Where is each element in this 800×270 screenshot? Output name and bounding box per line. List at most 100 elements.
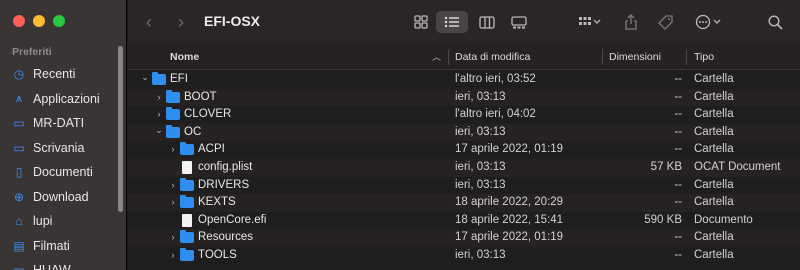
- close-window-button[interactable]: [13, 15, 25, 27]
- column-header-bar: Nome ︿ Data di modifica Dimensioni Tipo: [128, 44, 800, 70]
- list-view-icon[interactable]: [436, 11, 468, 33]
- file-list: ⌄ EFI l'altro ieri, 03:52 -- Cartella › BOOT ie…: [128, 71, 800, 265]
- row-date: ieri, 03:13: [455, 90, 506, 103]
- column-view-icon[interactable]: [474, 11, 500, 33]
- table-row[interactable]: › CLOVER l'altro ieri, 04:02 -- Cartella: [128, 106, 800, 124]
- gallery-view-icon[interactable]: [506, 11, 532, 33]
- column-name-header[interactable]: Nome: [170, 44, 199, 70]
- sidebar: Preferiti ◷ Recenti ⩚ Applicazioni ▭ MR-DATI ▭…: [0, 0, 127, 270]
- sidebar-item-label: Recenti: [33, 67, 76, 82]
- row-size: 57 KB: [650, 160, 682, 173]
- table-row[interactable]: › ACPI 17 aprile 2022, 01:19 -- Cartella: [128, 141, 800, 159]
- back-button[interactable]: ‹: [146, 12, 152, 33]
- column-date-header[interactable]: Data di modifica: [455, 44, 530, 70]
- row-kind: Cartella: [694, 178, 734, 191]
- row-date: 18 aprile 2022, 20:29: [455, 196, 564, 209]
- folder-icon: [180, 230, 194, 244]
- home-icon: ⌂: [15, 214, 23, 229]
- row-kind: Cartella: [694, 108, 734, 121]
- chevron-right-icon[interactable]: ›: [168, 194, 178, 212]
- row-kind: Cartella: [694, 90, 734, 103]
- sidebar-item-download[interactable]: ⊕ Download: [0, 185, 120, 210]
- drive-icon: ▭: [12, 263, 26, 270]
- clock-icon: ◷: [13, 67, 25, 82]
- chevron-right-icon[interactable]: ›: [168, 229, 178, 247]
- group-by-icon[interactable]: [574, 11, 606, 33]
- chevron-right-icon[interactable]: ›: [168, 141, 178, 159]
- applications-icon: ⩚: [15, 91, 23, 106]
- row-name: Resources: [198, 231, 253, 244]
- table-row[interactable]: config.plist ieri, 03:13 57 KB OCAT Documen…: [128, 158, 800, 177]
- row-name: KEXTS: [198, 196, 236, 209]
- sidebar-item-label: Applicazioni: [33, 91, 100, 106]
- column-divider[interactable]: [448, 49, 449, 65]
- tag-icon[interactable]: [654, 11, 676, 33]
- row-kind: Documento: [694, 213, 753, 226]
- download-icon: ⊕: [13, 189, 25, 204]
- column-size-header[interactable]: Dimensioni: [609, 44, 661, 70]
- table-row[interactable]: › TOOLS ieri, 03:13 -- Cartella: [128, 247, 800, 265]
- sidebar-item-scrivania[interactable]: ▭ Scrivania: [0, 136, 120, 161]
- table-row[interactable]: › BOOT ieri, 03:13 -- Cartella: [128, 88, 800, 107]
- sidebar-scrollbar[interactable]: [118, 46, 123, 212]
- sidebar-item-label: Documenti: [33, 165, 93, 180]
- sidebar-item-recenti[interactable]: ◷ Recenti: [0, 62, 120, 87]
- folder-icon: [166, 124, 180, 138]
- row-size: --: [674, 73, 682, 85]
- row-name: CLOVER: [184, 108, 232, 121]
- sidebar-item-label: Download: [33, 189, 89, 204]
- table-row[interactable]: ⌄ EFI l'altro ieri, 03:52 -- Cartella: [128, 71, 800, 89]
- minimize-window-button[interactable]: [33, 15, 45, 27]
- sidebar-item-documenti[interactable]: ▯ Documenti: [0, 160, 120, 185]
- column-divider[interactable]: [686, 49, 687, 65]
- sidebar-item-label: lupi: [33, 214, 53, 229]
- row-name: config.plist: [198, 160, 253, 173]
- sidebar-item-filmati[interactable]: ▤ Filmati: [0, 234, 120, 259]
- sidebar-item-lupi[interactable]: ⌂ lupi: [0, 209, 120, 234]
- sidebar-item-applicazioni[interactable]: ⩚ Applicazioni: [0, 87, 120, 112]
- folder-icon: [166, 107, 180, 121]
- chevron-right-icon[interactable]: ›: [168, 177, 178, 195]
- row-date: 17 aprile 2022, 01:19: [455, 231, 564, 244]
- file-icon: [182, 160, 192, 174]
- zoom-window-button[interactable]: [53, 15, 65, 27]
- more-actions-icon[interactable]: [692, 11, 726, 33]
- search-icon[interactable]: [764, 11, 786, 33]
- chevron-right-icon[interactable]: ›: [154, 106, 164, 124]
- sidebar-item-label: MR-DATI: [33, 116, 85, 131]
- table-row[interactable]: OpenCore.efi 18 aprile 2022, 15:41 590 KB D…: [128, 212, 800, 230]
- sidebar-item-huaw[interactable]: ▭ HUAW: [0, 258, 120, 270]
- sidebar-item-mr-dati[interactable]: ▭ MR-DATI: [0, 111, 120, 136]
- row-size: 590 KB: [644, 213, 682, 226]
- sidebar-item-label: Scrivania: [33, 140, 85, 155]
- column-divider[interactable]: [602, 49, 603, 65]
- table-row[interactable]: › KEXTS 18 aprile 2022, 20:29 -- Cartella: [128, 194, 800, 212]
- row-size: --: [674, 125, 682, 138]
- chevron-right-icon[interactable]: ›: [154, 89, 164, 107]
- row-name: TOOLS: [198, 248, 237, 261]
- chevron-down-icon[interactable]: ⌄: [154, 124, 164, 136]
- file-icon: [182, 213, 192, 227]
- icon-view-icon[interactable]: [408, 11, 434, 33]
- row-size: --: [674, 248, 682, 261]
- chevron-down-icon[interactable]: ⌄: [140, 71, 150, 83]
- row-size: --: [674, 90, 682, 103]
- row-date: ieri, 03:13: [455, 178, 506, 191]
- film-icon: ▤: [13, 238, 25, 253]
- row-date: 18 aprile 2022, 15:41: [455, 213, 564, 226]
- chevron-right-icon[interactable]: ›: [168, 247, 178, 265]
- table-row[interactable]: › DRIVERS ieri, 03:13 -- Cartella: [128, 177, 800, 195]
- forward-button[interactable]: ›: [178, 12, 184, 33]
- row-date: ieri, 03:13: [455, 248, 506, 261]
- table-row[interactable]: › Resources 17 aprile 2022, 01:19 -- Cartell…: [128, 229, 800, 247]
- row-kind: Cartella: [694, 248, 734, 261]
- document-icon: ▯: [15, 165, 23, 180]
- row-name: OpenCore.efi: [198, 213, 267, 226]
- share-icon[interactable]: [620, 11, 642, 33]
- column-kind-header[interactable]: Tipo: [694, 44, 714, 70]
- sidebar-item-label: HUAW: [33, 263, 71, 270]
- table-row[interactable]: ⌄ OC ieri, 03:13 -- Cartella: [128, 123, 800, 142]
- row-size: --: [674, 231, 682, 244]
- row-size: --: [674, 196, 682, 209]
- row-date: ieri, 03:13: [455, 125, 506, 138]
